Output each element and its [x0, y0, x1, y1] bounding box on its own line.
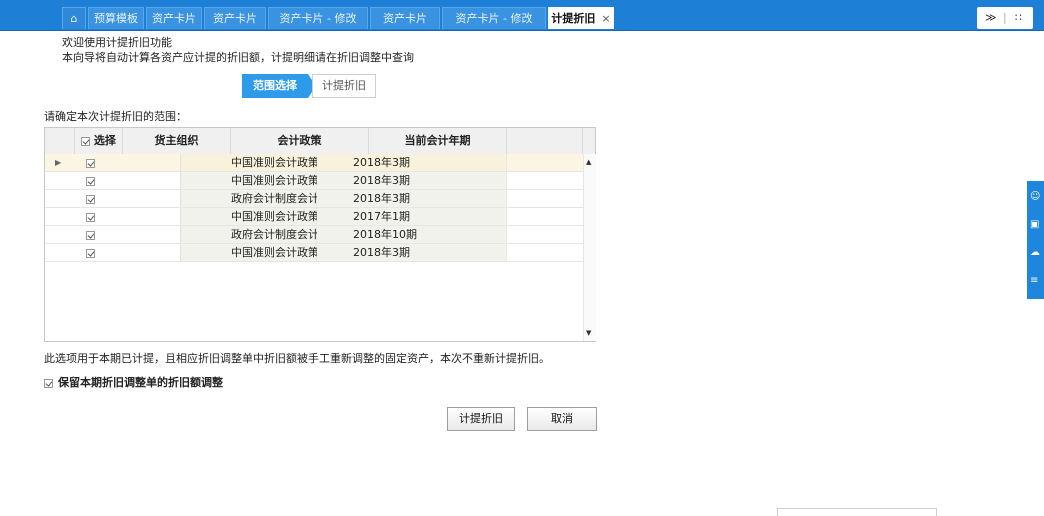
tab-asset-card-3[interactable]: 资产卡片	[370, 7, 440, 29]
row-policy: 中国准则会计政策	[181, 172, 319, 189]
intro-description: 本向导将自动计算各资产应计提的折旧额，计提明细请在折旧调整中查询	[62, 51, 414, 64]
row-policy: 中国准则会计政策	[181, 154, 319, 171]
table-row[interactable]: 中国准则会计政策 2017年1期	[45, 208, 583, 226]
header-org: 货主组织	[123, 128, 231, 154]
cancel-button[interactable]: 取消	[527, 407, 597, 431]
tab-asset-card-2[interactable]: 资产卡片	[204, 7, 266, 29]
side-toolbar: ☺ ▣ ☁ ≡	[1027, 181, 1044, 299]
divider: |	[1003, 11, 1007, 24]
tab-tools: ≫ | ∷	[977, 7, 1033, 29]
robot-icon[interactable]: ☺	[1030, 191, 1040, 202]
depreciate-button[interactable]: 计提折旧	[447, 407, 515, 431]
step-range-select: 范围选择	[242, 74, 308, 98]
row-policy: 中国准则会计政策	[181, 244, 319, 261]
table-row[interactable]: 中国准则会计政策 2018年3期	[45, 244, 583, 262]
row-policy: 政府会计制度会计政策	[181, 226, 341, 243]
tab-asset-card-edit-2[interactable]: 资产卡片 - 修改	[442, 7, 546, 29]
row-checkbox[interactable]	[86, 230, 95, 240]
range-grid: 选择 货主组织 会计政策 当前会计年期 ▶ 中国准则会计政策 2018年3期 中…	[44, 127, 596, 342]
scroll-down-icon[interactable]: ▼	[586, 329, 591, 337]
collapse-icon[interactable]: ≫	[985, 7, 997, 29]
row-period: 2017年1期	[317, 208, 507, 225]
row-checkbox[interactable]	[86, 158, 95, 168]
tab-bar: ⌂ 预算模板 资产卡片 资产卡片 资产卡片 - 修改 资产卡片 资产卡片 - 修…	[0, 0, 1044, 31]
range-label: 请确定本次计提折旧的范围：	[44, 110, 187, 123]
keep-adjust-option[interactable]: 保留本期折旧调整单的折旧额调整	[44, 374, 223, 390]
scroll-up-icon[interactable]: ▲	[586, 158, 591, 166]
tab-asset-card-1[interactable]: 资产卡片	[146, 7, 202, 29]
message-icon[interactable]: ▣	[1030, 219, 1039, 230]
row-period: 2018年3期	[317, 190, 507, 207]
row-checkbox[interactable]	[86, 248, 95, 258]
welcome-text: 欢迎使用计提折旧功能	[62, 36, 172, 49]
tab-depreciation[interactable]: 计提折旧 ×	[548, 7, 614, 29]
bottom-panel-edge	[777, 508, 937, 516]
row-checkbox[interactable]	[86, 212, 95, 222]
header-select[interactable]: 选择	[75, 128, 123, 154]
row-checkbox[interactable]	[86, 176, 95, 186]
grid-scrollbar[interactable]: ▲ ▼	[583, 154, 596, 341]
row-pointer-icon: ▶	[55, 158, 62, 167]
tab-asset-card-edit-1[interactable]: 资产卡片 - 修改	[268, 7, 368, 29]
step-depreciation: 计提折旧	[312, 74, 376, 98]
grid-icon[interactable]: ∷	[1015, 7, 1022, 29]
header-select-label: 选择	[93, 134, 116, 147]
table-row[interactable]: 政府会计制度会计政策 2018年3期	[45, 190, 583, 208]
home-tab[interactable]: ⌂	[62, 7, 86, 29]
row-policy: 中国准则会计政策	[181, 208, 319, 225]
cloud-icon[interactable]: ☁	[1030, 247, 1040, 258]
header-rowbar	[45, 128, 75, 154]
header-period: 当前会计年期	[369, 128, 507, 154]
row-period: 2018年10期	[317, 226, 507, 243]
database-icon[interactable]: ≡	[1030, 275, 1038, 286]
grid-header: 选择 货主组织 会计政策 当前会计年期	[45, 128, 595, 155]
keep-adjust-checkbox[interactable]	[44, 378, 53, 388]
select-all-checkbox[interactable]	[81, 136, 91, 146]
header-blank	[507, 128, 583, 154]
header-policy: 会计政策	[231, 128, 369, 154]
row-checkbox[interactable]	[86, 194, 95, 204]
table-row[interactable]: ▶ 中国准则会计政策 2018年3期	[45, 154, 583, 172]
row-period: 2018年3期	[317, 154, 507, 171]
row-period: 2018年3期	[317, 244, 507, 261]
row-period: 2018年3期	[317, 172, 507, 189]
row-policy: 政府会计制度会计政策	[181, 190, 341, 207]
table-row[interactable]: 政府会计制度会计政策 2018年10期	[45, 226, 583, 244]
home-icon: ⌂	[70, 12, 78, 25]
keep-adjust-label: 保留本期折旧调整单的折旧额调整	[58, 376, 223, 389]
option-note: 此选项用于本期已计提，且相应折旧调整单中折旧额被手工重新调整的固定资产，本次不重…	[44, 352, 550, 365]
table-row[interactable]: 中国准则会计政策 2018年3期	[45, 172, 583, 190]
tab-depreciation-label: 计提折旧	[551, 12, 596, 25]
tab-budget-template[interactable]: 预算模板	[88, 7, 144, 29]
close-icon[interactable]: ×	[601, 12, 610, 25]
